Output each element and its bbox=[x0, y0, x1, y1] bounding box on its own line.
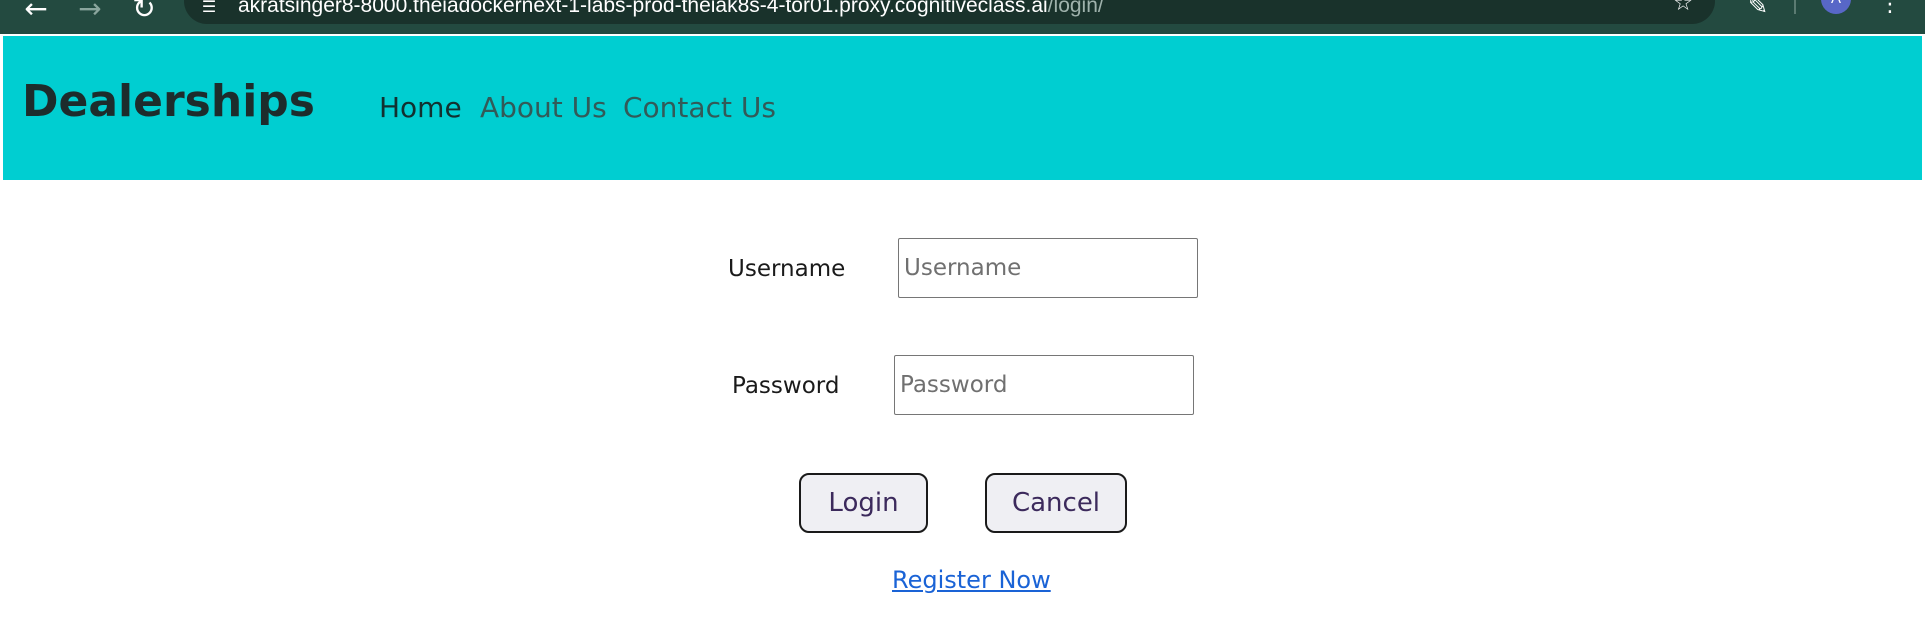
register-now-link[interactable]: Register Now bbox=[892, 563, 1051, 597]
login-button[interactable]: Login bbox=[799, 473, 928, 533]
reload-icon[interactable]: ↻ bbox=[124, 0, 164, 26]
toolbar-divider bbox=[1794, 0, 1796, 14]
username-input[interactable] bbox=[898, 238, 1198, 298]
nav-link-about-us[interactable]: About Us bbox=[480, 88, 607, 128]
cancel-button[interactable]: Cancel bbox=[985, 473, 1127, 533]
forward-arrow-icon[interactable]: → bbox=[70, 0, 110, 26]
extensions-icon[interactable]: ✎ bbox=[1742, 0, 1774, 22]
username-label: Username bbox=[728, 256, 846, 282]
password-label: Password bbox=[732, 373, 840, 399]
address-bar[interactable]: ☰ akratsinger8-8000.theiadockernext-1-la… bbox=[184, 0, 1715, 24]
url-path: /login/ bbox=[1047, 0, 1104, 17]
brand-title[interactable]: Dealerships bbox=[22, 72, 315, 132]
site-info-icon[interactable]: ☰ bbox=[198, 0, 220, 18]
profile-avatar[interactable]: A bbox=[1821, 0, 1851, 14]
nav-link-contact-us[interactable]: Contact Us bbox=[623, 88, 776, 128]
kebab-menu-icon[interactable]: ⋮ bbox=[1878, 0, 1902, 20]
browser-toolbar: ← → ↻ ☰ akratsinger8-8000.theiadockernex… bbox=[0, 0, 1925, 34]
address-url[interactable]: akratsinger8-8000.theiadockernext-1-labs… bbox=[238, 0, 1104, 18]
password-input[interactable] bbox=[894, 355, 1194, 415]
back-arrow-icon[interactable]: ← bbox=[16, 0, 56, 26]
site-navbar: Dealerships Home About Us Contact Us bbox=[3, 36, 1922, 180]
bookmark-star-icon[interactable]: ☆ bbox=[1673, 0, 1693, 16]
nav-link-home[interactable]: Home bbox=[379, 88, 462, 128]
url-host: akratsinger8-8000.theiadockernext-1-labs… bbox=[238, 0, 1048, 17]
